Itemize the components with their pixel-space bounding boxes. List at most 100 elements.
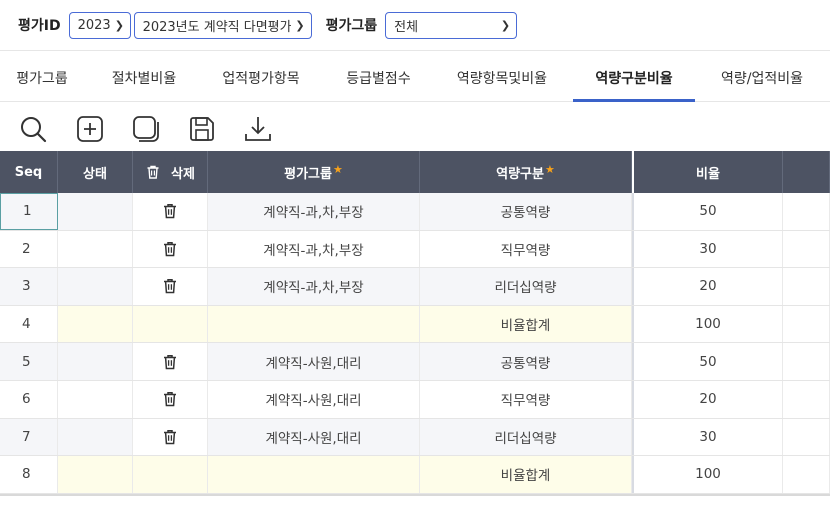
save-button[interactable] bbox=[187, 114, 217, 144]
copy-button[interactable] bbox=[131, 114, 161, 144]
cell-competency-category[interactable]: 비율합계 bbox=[420, 456, 632, 493]
cell-ratio[interactable]: 100 bbox=[632, 456, 783, 493]
cell-delete[interactable] bbox=[133, 380, 208, 418]
trash-icon bbox=[164, 279, 176, 294]
header-filler bbox=[783, 151, 830, 193]
header-delete[interactable]: 삭제 bbox=[133, 151, 208, 193]
trash-icon bbox=[164, 204, 176, 219]
search-button[interactable] bbox=[18, 114, 48, 144]
cell-eval-group[interactable]: 계약직-사원,대리 bbox=[208, 380, 420, 418]
trash-icon bbox=[147, 165, 159, 179]
cell-status[interactable] bbox=[58, 193, 133, 230]
tab-procedure-ratio[interactable]: 절차별비율 bbox=[107, 51, 181, 102]
cell-eval-group[interactable]: 계약직-사원,대리 bbox=[208, 418, 420, 456]
eval-name-select[interactable]: 2023년도 계약직 다면평가 ❯ bbox=[133, 11, 312, 39]
cell-ratio[interactable]: 30 bbox=[632, 418, 783, 456]
cell-status[interactable] bbox=[58, 268, 133, 305]
eval-group-select[interactable]: 전체 ❯ bbox=[385, 11, 518, 39]
grid-bottom-border bbox=[0, 493, 830, 496]
cell-eval-group[interactable] bbox=[208, 305, 420, 343]
cell-ratio[interactable]: 20 bbox=[632, 380, 783, 418]
tab-competency-items[interactable]: 역량항목및비율 bbox=[450, 51, 554, 102]
cell-filler bbox=[783, 456, 830, 493]
cell-seq[interactable]: 6 bbox=[0, 380, 58, 418]
cell-seq[interactable]: 4 bbox=[0, 305, 58, 343]
cell-delete[interactable] bbox=[133, 456, 208, 493]
table-row[interactable]: 6 계약직-사원,대리 직무역량 20 bbox=[0, 380, 830, 419]
header-competency-category: 역량구분 ★ bbox=[420, 151, 632, 193]
table-row-sum[interactable]: 4 비율합계 100 bbox=[0, 305, 830, 344]
cell-delete[interactable] bbox=[133, 305, 208, 343]
cell-seq[interactable]: 2 bbox=[0, 230, 58, 268]
year-select[interactable]: 2023 ❯ bbox=[68, 11, 131, 39]
tab-eval-group[interactable]: 평가그룹 bbox=[12, 51, 72, 102]
header-ratio: 비율 bbox=[632, 151, 783, 193]
tab-bar: 평가그룹 절차별비율 업적평가항목 등급별점수 역량항목및비율 역량구분비율 역… bbox=[0, 50, 830, 102]
cell-competency-category[interactable]: 리더십역량 bbox=[420, 268, 632, 305]
header-seq: Seq bbox=[0, 151, 58, 193]
save-icon bbox=[190, 117, 214, 141]
download-button[interactable] bbox=[243, 114, 273, 144]
cell-eval-group[interactable]: 계약직-과,차,부장 bbox=[208, 193, 420, 230]
tab-performance-items[interactable]: 업적평가항목 bbox=[216, 51, 306, 102]
cell-ratio[interactable]: 50 bbox=[632, 343, 783, 380]
cell-seq[interactable]: 5 bbox=[0, 343, 58, 380]
table-row[interactable]: 5 계약직-사원,대리 공통역량 50 bbox=[0, 343, 830, 381]
data-grid: Seq 상태 삭제 평가그룹 ★ 역량구분 ★ 비율 1 계약직-과,차,부장 공통역량… bbox=[0, 151, 830, 496]
cell-delete[interactable] bbox=[133, 230, 208, 268]
cell-ratio[interactable]: 100 bbox=[632, 305, 783, 343]
cell-competency-category[interactable]: 비율합계 bbox=[420, 305, 632, 343]
tab-competency-category-ratio[interactable]: 역량구분비율 bbox=[573, 51, 695, 102]
cell-competency-category[interactable]: 공통역량 bbox=[420, 193, 632, 230]
cell-filler bbox=[783, 268, 830, 305]
cell-delete[interactable] bbox=[133, 268, 208, 305]
cell-seq[interactable]: 1 bbox=[0, 193, 58, 230]
table-row[interactable]: 1 계약직-과,차,부장 공통역량 50 bbox=[0, 193, 830, 231]
filter-bar: 평가ID 2023 ❯ 2023년도 계약직 다면평가 ❯ 평가그룹 전체 ❯ bbox=[0, 0, 830, 50]
cell-delete[interactable] bbox=[133, 343, 208, 380]
cell-status[interactable] bbox=[58, 456, 133, 493]
eval-group-select-value: 전체 bbox=[394, 19, 419, 35]
add-button[interactable] bbox=[75, 114, 105, 144]
cell-status[interactable] bbox=[58, 343, 133, 380]
cell-filler bbox=[783, 418, 830, 456]
cell-delete[interactable] bbox=[133, 193, 208, 230]
cell-competency-category[interactable]: 직무역량 bbox=[420, 380, 632, 418]
table-row[interactable]: 2 계약직-과,차,부장 직무역량 30 bbox=[0, 230, 830, 269]
cell-competency-category[interactable]: 공통역량 bbox=[420, 343, 632, 380]
cell-status[interactable] bbox=[58, 380, 133, 418]
cell-status[interactable] bbox=[58, 230, 133, 268]
chevron-down-icon: ❯ bbox=[114, 18, 124, 32]
chevron-down-icon: ❯ bbox=[500, 18, 511, 32]
cell-seq[interactable]: 8 bbox=[0, 456, 58, 493]
table-row[interactable]: 7 계약직-사원,대리 리더십역량 30 bbox=[0, 418, 830, 457]
header-eval-group: 평가그룹 ★ bbox=[208, 151, 420, 193]
cell-seq[interactable]: 3 bbox=[0, 268, 58, 305]
table-row-sum[interactable]: 8 비율합계 100 bbox=[0, 456, 830, 494]
cell-competency-category[interactable]: 리더십역량 bbox=[420, 418, 632, 456]
tab-grade-score[interactable]: 등급별점수 bbox=[341, 51, 416, 102]
trash-icon bbox=[164, 354, 176, 369]
add-icon bbox=[77, 116, 103, 142]
table-row[interactable]: 3 계약직-과,차,부장 리더십역량 20 bbox=[0, 268, 830, 306]
eval-name-select-value: 2023년도 계약직 다면평가 bbox=[142, 19, 292, 35]
cell-seq[interactable]: 7 bbox=[0, 418, 58, 456]
tab-competency-performance-ratio[interactable]: 역량/업적비율 bbox=[713, 51, 811, 102]
cell-ratio[interactable]: 50 bbox=[632, 193, 783, 230]
header-competency-category-label: 역량구분 bbox=[496, 166, 544, 182]
cell-status[interactable] bbox=[58, 418, 133, 456]
cell-delete[interactable] bbox=[133, 418, 208, 456]
header-delete-label: 삭제 bbox=[171, 166, 195, 182]
cell-competency-category[interactable]: 직무역량 bbox=[420, 230, 632, 268]
eval-id-label: 평가ID bbox=[18, 18, 61, 34]
cell-eval-group[interactable] bbox=[208, 456, 420, 493]
cell-eval-group[interactable]: 계약직-과,차,부장 bbox=[208, 230, 420, 268]
cell-eval-group[interactable]: 계약직-사원,대리 bbox=[208, 343, 420, 380]
cell-ratio[interactable]: 30 bbox=[632, 230, 783, 268]
chevron-down-icon: ❯ bbox=[295, 18, 305, 32]
cell-ratio[interactable]: 20 bbox=[632, 268, 783, 305]
search-icon bbox=[21, 117, 47, 143]
trash-icon bbox=[164, 241, 176, 257]
cell-status[interactable] bbox=[58, 305, 133, 343]
cell-eval-group[interactable]: 계약직-과,차,부장 bbox=[208, 268, 420, 305]
